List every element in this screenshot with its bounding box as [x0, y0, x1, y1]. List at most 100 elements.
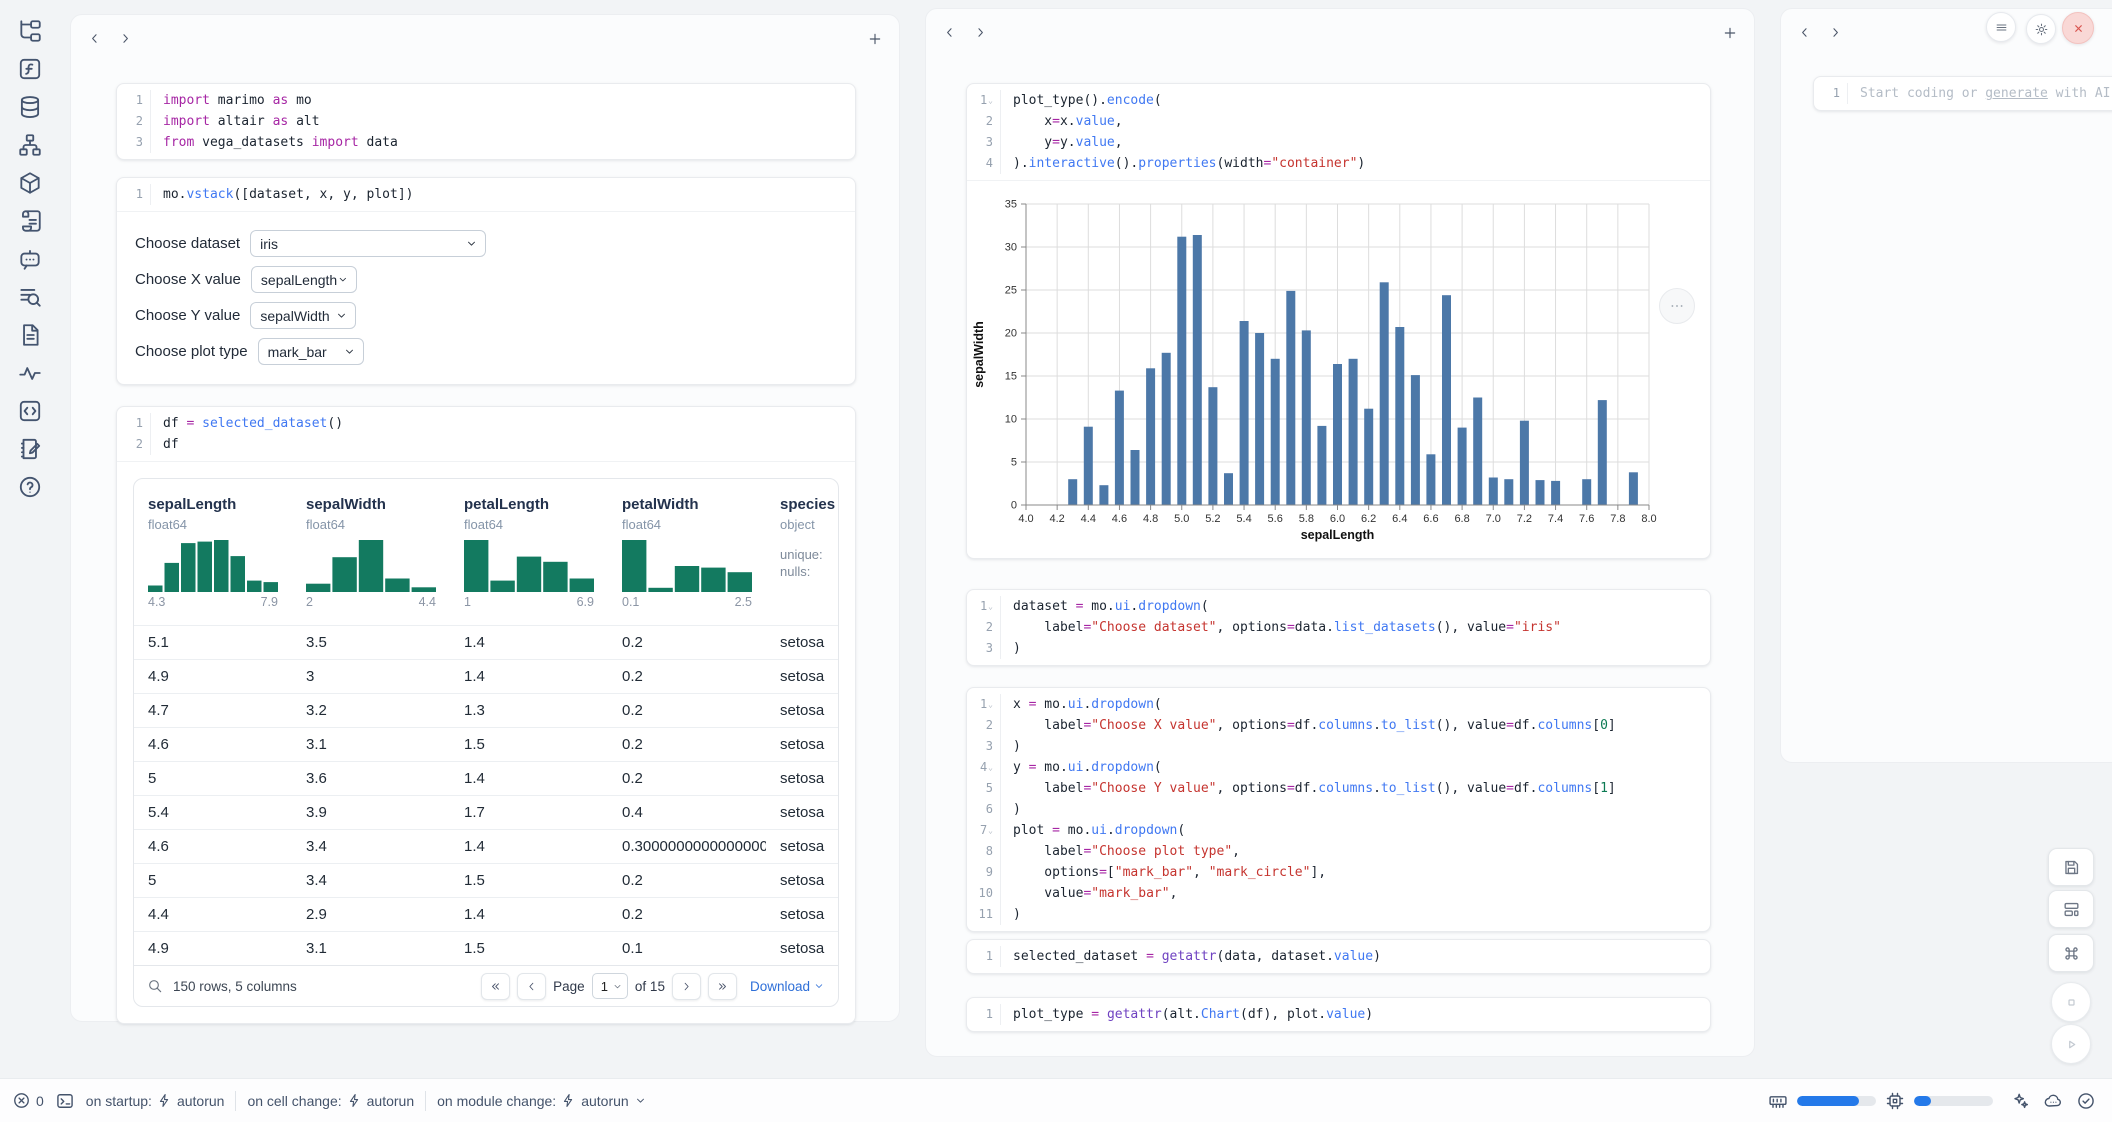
kernel-status-icon[interactable] [2043, 1091, 2063, 1111]
table-row[interactable]: 4.63.41.40.30000000000000004setosa [134, 829, 838, 863]
stop-button[interactable] [2051, 982, 2091, 1022]
add-cell-icon[interactable] [867, 31, 883, 47]
panel-mid-nav [942, 25, 988, 40]
table-row[interactable]: 4.931.40.2setosa [134, 659, 838, 693]
ai-chat-icon[interactable] [17, 246, 43, 272]
code-line: 2df [117, 434, 855, 455]
code-editor-vstack[interactable]: 1mo.vstack([dataset, x, y, plot]) [117, 178, 855, 211]
zap-icon [561, 1093, 576, 1108]
dependency-graph-icon[interactable] [17, 132, 43, 158]
svg-text:5: 5 [1011, 457, 1017, 469]
y-value-select[interactable]: sepalWidth [250, 302, 356, 329]
code-editor-plottype[interactable]: 1plot_type = getattr(alt.Chart(df), plot… [967, 998, 1710, 1031]
table-scroll-area[interactable]: sepalLengthfloat644.37.9sepalWidthfloat6… [134, 479, 838, 965]
control-label: Choose X value [135, 271, 241, 288]
zap-icon [347, 1093, 362, 1108]
panel-next-icon[interactable] [973, 25, 988, 40]
table-row[interactable]: 4.73.21.30.2setosa [134, 693, 838, 727]
startup-runtime-config[interactable]: on startup: autorun [86, 1093, 225, 1109]
table-row[interactable]: 4.93.11.50.1setosa [134, 931, 838, 965]
ai-sparkles-icon[interactable] [2010, 1091, 2030, 1111]
table-row[interactable]: 4.42.91.40.2setosa [134, 897, 838, 931]
panel-prev-icon[interactable] [1797, 25, 1812, 40]
panel-next-icon[interactable] [1828, 25, 1843, 40]
code-line: 1mo.vstack([dataset, x, y, plot]) [117, 184, 855, 205]
error-indicator[interactable]: 0 [12, 1091, 44, 1110]
column-header-sepalLength[interactable]: sepalLengthfloat644.37.9 [134, 495, 292, 625]
search-icon[interactable] [147, 978, 163, 994]
code-editor-selected[interactable]: 1selected_dataset = getattr(data, datase… [967, 940, 1710, 973]
code-editor-xyplot[interactable]: 1⌄x = mo.ui.dropdown(2 label="Choose X v… [967, 688, 1710, 931]
terminal-icon[interactable] [55, 1091, 75, 1111]
code-editor-df[interactable]: 1df = selected_dataset()2df [117, 407, 855, 461]
cell-change-runtime-config[interactable]: on cell change: autorun [247, 1093, 414, 1109]
code-line: 4).interactive().properties(width="conta… [967, 153, 1710, 174]
panel-prev-icon[interactable] [942, 25, 957, 40]
panel-next-icon[interactable] [118, 31, 133, 46]
command-palette-button[interactable] [2048, 934, 2094, 972]
config-mode: autorun [581, 1093, 628, 1109]
svg-text:4.4: 4.4 [1081, 513, 1096, 525]
dataset-select[interactable]: iris [250, 230, 486, 257]
row-count-summary: 150 rows, 5 columns [173, 979, 297, 994]
svg-text:7.4: 7.4 [1548, 513, 1563, 525]
column-header-sepalWidth[interactable]: sepalWidthfloat6424.4 [292, 495, 450, 625]
table-row[interactable]: 53.61.40.2setosa [134, 761, 838, 795]
marimo-app: 1import marimo as mo2import altair as al… [0, 0, 2112, 1122]
run-button[interactable] [2051, 1024, 2091, 1064]
code-editor-imports[interactable]: 1import marimo as mo2import altair as al… [117, 84, 855, 159]
cell-imports: 1import marimo as mo2import altair as al… [116, 83, 856, 160]
data-sources-icon[interactable] [17, 94, 43, 120]
scratchpad-icon[interactable] [17, 284, 43, 310]
save-button[interactable] [2048, 848, 2094, 886]
help-icon[interactable] [17, 474, 43, 500]
code-editor-dataset[interactable]: 1⌄dataset = mo.ui.dropdown(2 label="Choo… [967, 590, 1710, 665]
snippets-icon[interactable] [17, 398, 43, 424]
table-row[interactable]: 5.43.91.70.4setosa [134, 795, 838, 829]
svg-text:6.0: 6.0 [1330, 513, 1345, 525]
config-label: on module change: [437, 1093, 556, 1109]
layout-button[interactable] [2048, 890, 2094, 928]
gear-icon [2034, 22, 2049, 37]
table-row[interactable]: 4.63.11.50.2setosa [134, 727, 838, 761]
column-header-petalLength[interactable]: petalLengthfloat6416.9 [450, 495, 608, 625]
next-page-button[interactable] [672, 973, 701, 1000]
column-header-petalWidth[interactable]: petalWidthfloat640.12.5 [608, 495, 766, 625]
connected-check-icon[interactable] [2076, 1091, 2096, 1111]
x-value-select[interactable]: sepalLength [251, 266, 357, 293]
page-select[interactable]: 1 [592, 973, 628, 999]
close-button[interactable] [2062, 12, 2094, 44]
last-page-button[interactable] [708, 973, 737, 1000]
plot-type-select[interactable]: mark_bar [258, 338, 364, 365]
variables-icon[interactable] [17, 56, 43, 82]
table-row[interactable]: 53.41.50.2setosa [134, 863, 838, 897]
download-button[interactable]: Download [750, 979, 825, 994]
page-total-label: of 15 [635, 979, 665, 994]
chart-menu-button[interactable] [1659, 288, 1695, 324]
module-change-runtime-config[interactable]: on module change: autorun [437, 1093, 647, 1109]
add-cell-icon[interactable] [1722, 25, 1738, 41]
tracing-icon[interactable] [17, 360, 43, 386]
packages-icon[interactable] [17, 170, 43, 196]
bar-chart[interactable]: 051015202530354.04.24.44.64.85.05.25.45.… [969, 185, 1709, 557]
prev-page-button[interactable] [517, 973, 546, 1000]
file-explorer-icon[interactable] [17, 18, 43, 44]
code-line: 2import altair as alt [117, 111, 855, 132]
code-editor-empty[interactable]: 1Start coding or generate with AI [1814, 77, 2112, 110]
code-line: 1plot_type = getattr(alt.Chart(df), plot… [967, 1004, 1710, 1025]
code-editor-plot[interactable]: 1⌄plot_type().encode(2 x=x.value,3 y=y.v… [967, 84, 1710, 180]
logs-icon[interactable] [17, 208, 43, 234]
svg-text:15: 15 [1005, 371, 1017, 383]
panel-notebook-left: 1import marimo as mo2import altair as al… [70, 14, 900, 1022]
table-row[interactable]: 5.13.51.40.2setosa [134, 625, 838, 659]
documentation-icon[interactable] [17, 322, 43, 348]
settings-button[interactable] [2026, 14, 2056, 44]
first-page-button[interactable] [481, 973, 510, 1000]
stop-icon [2063, 994, 2080, 1011]
menu-button[interactable] [1986, 12, 2016, 42]
notebook-icon[interactable] [17, 436, 43, 462]
code-line: 8 label="Choose plot type", [967, 841, 1710, 862]
column-header-species[interactable]: speciesobjectunique:nulls: [766, 495, 838, 625]
panel-prev-icon[interactable] [87, 31, 102, 46]
svg-text:6.8: 6.8 [1454, 513, 1469, 525]
